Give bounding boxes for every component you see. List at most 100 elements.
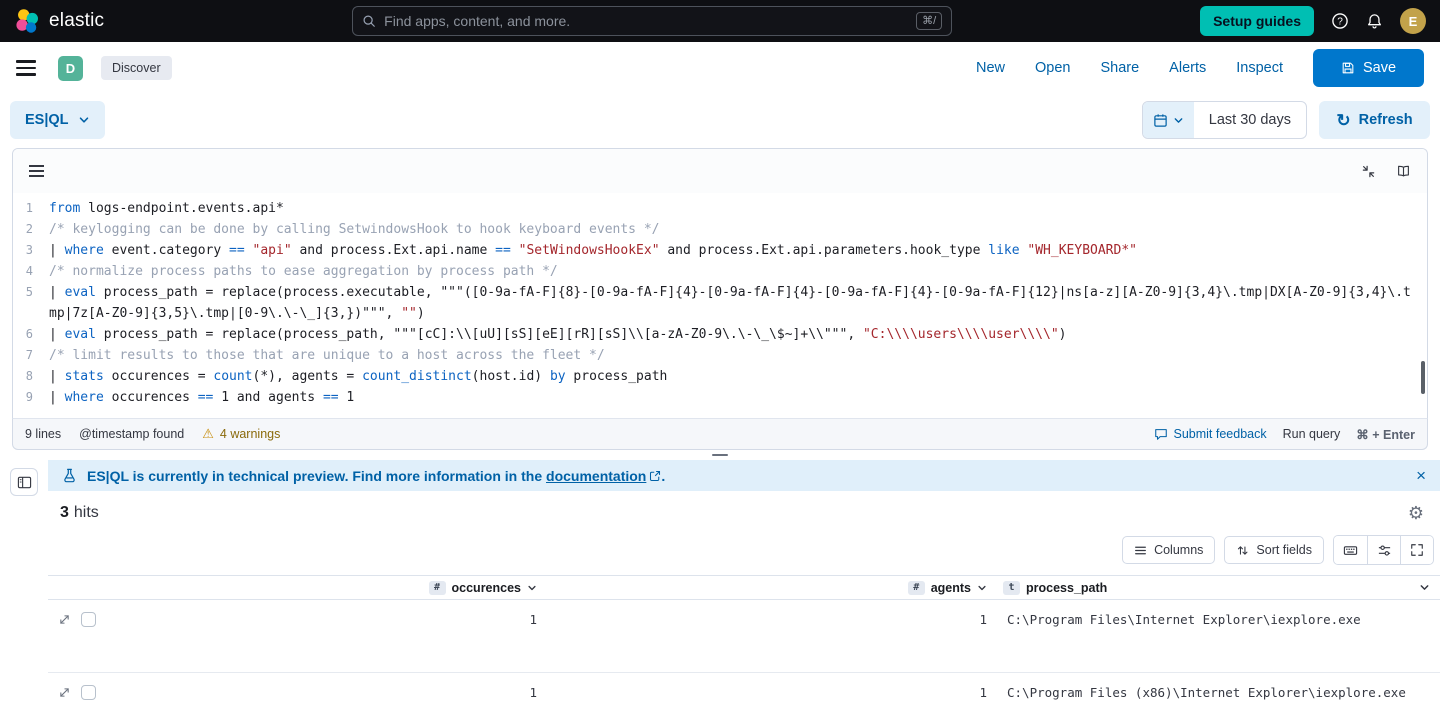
space-avatar[interactable]: D [58,56,83,81]
chevron-down-icon[interactable] [527,583,537,593]
save-icon [1341,61,1355,75]
nav-link-open[interactable]: Open [1035,60,1070,76]
cell-occurences[interactable]: 1 [110,612,545,627]
calendar-icon [1153,113,1168,128]
documentation-link[interactable]: documentation [546,468,646,484]
expand-row-icon[interactable] [58,686,71,699]
nav-link-share[interactable]: Share [1100,60,1139,76]
time-range-value[interactable]: Last 30 days [1194,102,1306,138]
cell-process-path[interactable]: C:\Program Files\Internet Explorer\iexpl… [995,612,1440,627]
setup-guides-button[interactable]: Setup guides [1200,6,1314,36]
column-name: agents [931,581,971,595]
toggle-fields-sidebar-button[interactable] [10,468,38,496]
chevron-down-icon[interactable] [977,583,987,593]
line-number: 5 [13,282,49,324]
editor-toolbar [13,149,1427,193]
line-number: 1 [13,198,49,219]
panel-resizer[interactable] [0,450,1440,460]
header-actions: Setup guides ? E [1200,6,1426,36]
run-query-shortcut: ⌘ + Enter [1356,427,1415,442]
string-field-badge: t [1003,581,1020,595]
code-line[interactable]: 2/* keylogging can be done by calling Se… [13,219,1427,240]
sidebar-panel-icon [17,475,32,490]
sort-fields-button[interactable]: Sort fields [1224,536,1324,564]
grid-body: 1 1 C:\Program Files\Internet Explorer\i… [48,600,1440,721]
code-line[interactable]: 5| eval process_path = replace(process.e… [13,282,1427,324]
cell-occurences[interactable]: 1 [110,685,545,700]
column-name: occurences [452,581,521,595]
user-avatar[interactable]: E [1400,8,1426,34]
columns-button-label: Columns [1154,543,1203,557]
column-name: process_path [1026,581,1107,595]
code-line[interactable]: 9| where occurences == 1 and agents == 1 [13,387,1427,408]
notifications-icon[interactable] [1366,13,1383,30]
column-header-agents[interactable]: # agents [545,581,995,595]
line-number: 6 [13,324,49,345]
breadcrumbs-bar: D Discover New Open Share Alerts Inspect Sav… [0,42,1440,94]
columns-button[interactable]: Columns [1122,536,1215,564]
sidebar-rail [0,460,48,721]
chevron-down-icon [1173,115,1184,126]
row-checkbox[interactable] [81,685,96,700]
close-icon[interactable]: × [1416,467,1426,484]
cell-agents[interactable]: 1 [545,685,995,700]
search-icon [362,14,376,28]
top-header: elastic ⌘/ Setup guides ? E [0,0,1440,42]
expand-row-icon[interactable] [58,613,71,626]
documentation-icon[interactable] [1396,164,1411,179]
submit-feedback-link[interactable]: Submit feedback [1154,427,1267,441]
fullscreen-icon [1410,543,1424,557]
help-icon[interactable]: ? [1331,12,1349,30]
svg-text:?: ? [1337,17,1343,28]
code-line[interactable]: 3| where event.category == "api" and pro… [13,240,1427,261]
cell-process-path[interactable]: C:\Program Files (x86)\Internet Explorer… [995,685,1440,700]
code-line[interactable]: 6| eval process_path = replace(process_p… [13,324,1427,345]
row-controls [48,612,110,627]
results-main: ES|QL is currently in technical preview.… [48,460,1440,721]
results-grid: # occurences # agents t process_path [48,575,1440,721]
breadcrumb[interactable]: Discover [101,56,172,80]
line-number: 2 [13,219,49,240]
date-quick-select-button[interactable] [1143,102,1194,138]
save-button[interactable]: Save [1313,49,1424,87]
gear-icon[interactable]: ⚙ [1408,504,1424,522]
chevron-down-icon[interactable] [1419,582,1430,593]
submit-feedback-label: Submit feedback [1174,427,1267,441]
code-line[interactable]: 1from logs-endpoint.events.api* [13,198,1427,219]
row-checkbox[interactable] [81,612,96,627]
display-options-button[interactable] [1367,536,1400,564]
refresh-button[interactable]: ↻ Refresh [1319,101,1430,139]
minimize-editor-icon[interactable] [1361,164,1376,179]
nav-link-inspect[interactable]: Inspect [1236,60,1283,76]
query-history-icon[interactable] [29,165,44,177]
elastic-brand[interactable]: elastic [14,8,104,34]
grid-toolbar: Columns Sort fields [48,526,1440,575]
code-editor[interactable]: 1from logs-endpoint.events.api*2/* keylo… [13,193,1427,418]
column-header-occurences[interactable]: # occurences [110,581,545,595]
global-search[interactable]: ⌘/ [352,6,952,36]
date-picker: Last 30 days [1142,101,1307,139]
code-line[interactable]: 8| stats occurences = count(*), agents =… [13,366,1427,387]
esql-editor: 1from logs-endpoint.events.api*2/* keylo… [12,148,1428,418]
line-number: 3 [13,240,49,261]
cell-agents[interactable]: 1 [545,612,995,627]
nav-link-new[interactable]: New [976,60,1005,76]
columns-list-icon [1134,544,1147,557]
hits-label: hits [74,504,99,522]
feedback-bubble-icon [1154,427,1168,441]
hits-count: 3 [60,504,69,522]
nav-link-alerts[interactable]: Alerts [1169,60,1206,76]
esql-mode-button[interactable]: ES|QL [10,101,105,139]
warning-icon: ⚠ [202,426,214,442]
search-input[interactable] [384,13,908,29]
run-query-label[interactable]: Run query [1283,427,1341,441]
fullscreen-button[interactable] [1400,536,1433,564]
menu-icon[interactable] [16,60,36,75]
warnings-badge[interactable]: ⚠ 4 warnings [202,426,280,442]
save-button-label: Save [1363,60,1396,76]
code-line[interactable]: 4/* normalize process paths to ease aggr… [13,261,1427,282]
column-header-process-path[interactable]: t process_path [995,581,1440,595]
editor-scrollbar[interactable] [1421,361,1425,394]
keyboard-shortcuts-button[interactable] [1334,536,1367,564]
code-line[interactable]: 7/* limit results to those that are uniq… [13,345,1427,366]
